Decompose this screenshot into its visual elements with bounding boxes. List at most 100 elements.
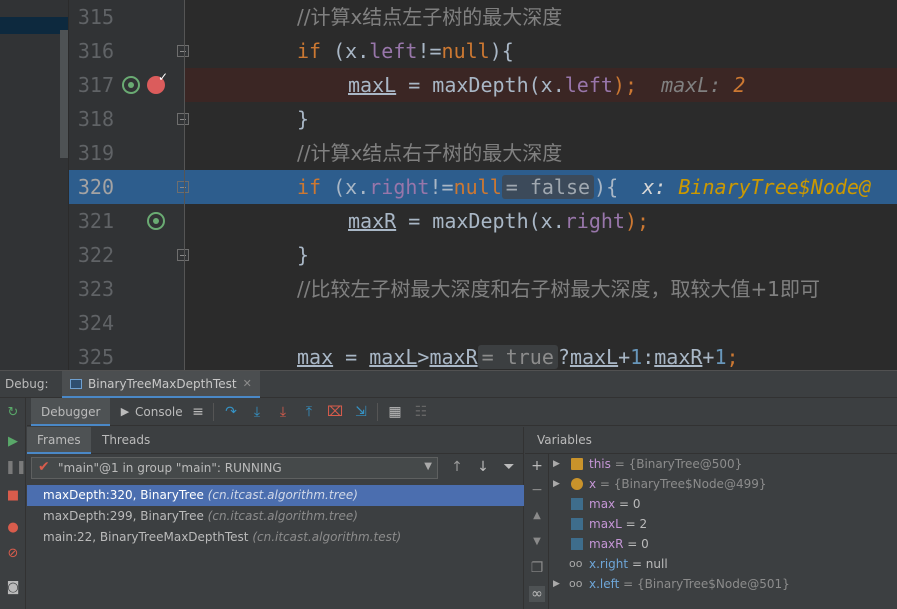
code-text: maxL = maxDepth(x.left); maxL: 2: [348, 73, 746, 97]
debug-session-tab[interactable]: BinaryTreeMaxDepthTest ✕: [62, 371, 260, 398]
pause-icon[interactable]: ❚❚: [5, 460, 27, 476]
line-number: 321: [77, 209, 114, 233]
view-breakpoints-icon[interactable]: ●: [5, 520, 21, 536]
frame-row[interactable]: maxDepth:320, BinaryTree (cn.itcast.algo…: [27, 485, 524, 506]
run-to-line-icon[interactable]: [122, 76, 140, 94]
trace-stream-icon[interactable]: ☷: [413, 404, 429, 420]
watch-icon: oo: [569, 557, 583, 570]
code-line-320[interactable]: 320 if (x.right!=null = false){ x: Binary…: [0, 170, 897, 204]
next-frame-icon[interactable]: ↓: [475, 458, 491, 476]
code-line-317[interactable]: 317 maxL = maxDepth(x.left); maxL: 2: [0, 68, 897, 102]
evaluate-expression-icon[interactable]: ▦: [387, 404, 403, 420]
frames-tabs: Frames Threads: [27, 427, 524, 454]
step-over-icon[interactable]: ↷: [223, 404, 239, 420]
code-line-324[interactable]: 324: [0, 306, 897, 340]
line-number: 317: [77, 73, 114, 97]
code-line-315[interactable]: 315 //计算x结点左子树的最大深度: [0, 0, 897, 34]
tab-frames[interactable]: Frames: [27, 427, 91, 454]
variables-panel: Variables + − ▲ ▼ ❐ ∞ ▶ this = {BinaryTr…: [525, 427, 897, 609]
new-watch-icon[interactable]: +: [529, 458, 545, 474]
breakpoint-icon[interactable]: [147, 70, 168, 94]
watch-icon: oo: [569, 577, 583, 590]
code-line-321[interactable]: 321 maxR = maxDepth(x.right);: [0, 204, 897, 238]
chevron-down-icon: ▼: [424, 461, 432, 472]
code-text: //比较左子树最大深度和右子树最大深度，取较大值+1即可: [297, 277, 820, 301]
code-line-323[interactable]: 323 //比较左子树最大深度和右子树最大深度，取较大值+1即可: [0, 272, 897, 306]
code-line-325[interactable]: 325 max = maxL>maxR = true ?maxL+1:maxR+1;: [0, 340, 897, 370]
fold-end-icon[interactable]: [177, 249, 189, 261]
debug-label: Debug:: [5, 377, 49, 391]
line-number: 316: [77, 39, 114, 63]
line-number: 320: [77, 175, 114, 199]
code-text: //计算x结点左子树的最大深度: [297, 5, 563, 29]
line-number: 323: [77, 277, 114, 301]
force-step-into-icon[interactable]: ⤓: [275, 404, 291, 420]
local-variable-icon: [571, 538, 583, 550]
tab-threads[interactable]: Threads: [92, 427, 160, 454]
variable-row[interactable]: max = 0: [551, 494, 897, 514]
code-text: }: [297, 107, 310, 131]
field-icon: [571, 458, 583, 470]
code-text: //计算x结点右子树的最大深度: [297, 141, 563, 165]
code-text: if (x.right!=null = false){ x: BinaryTree…: [297, 175, 872, 199]
move-up-icon[interactable]: ▲: [529, 508, 545, 524]
step-into-icon[interactable]: ⤓: [249, 404, 265, 420]
thread-selector[interactable]: ✔ "main"@1 in group "main": RUNNING ▼: [31, 457, 438, 479]
drop-frame-icon[interactable]: ⌧: [327, 404, 343, 420]
copy-icon[interactable]: ❐: [529, 560, 545, 576]
run-to-cursor-icon[interactable]: ⇲: [353, 404, 369, 420]
run-to-line-icon[interactable]: [147, 212, 165, 230]
rerun-icon[interactable]: ↻: [5, 405, 21, 421]
inline-object-hint: BinaryTree$Node@: [678, 175, 872, 199]
code-line-319[interactable]: 319 //计算x结点右子树的最大深度: [0, 136, 897, 170]
debug-title-bar: Debug: BinaryTreeMaxDepthTest ✕: [0, 370, 897, 398]
debug-side-toolbar: ↻ ▶ ❚❚ ■ ● ⊘ ◙: [0, 398, 27, 609]
variable-row[interactable]: ▶ this = {BinaryTree@500}: [551, 454, 897, 474]
code-line-316[interactable]: 316 if (x.left!=null){: [0, 34, 897, 68]
fold-icon[interactable]: [177, 181, 189, 193]
expand-icon[interactable]: ▶: [553, 474, 560, 494]
frame-row[interactable]: main:22, BinaryTreeMaxDepthTest (cn.itca…: [27, 527, 524, 548]
camera-icon[interactable]: ◙: [5, 580, 21, 596]
variable-row[interactable]: ▶ x = {BinaryTree$Node@499}: [551, 474, 897, 494]
remove-watch-icon[interactable]: −: [529, 482, 545, 498]
frames-panel: Frames Threads ✔ "main"@1 in group "main…: [27, 427, 524, 609]
gutter-divider: [184, 0, 185, 370]
previous-frame-icon[interactable]: ↑: [449, 458, 465, 476]
move-down-icon[interactable]: ▼: [529, 534, 545, 550]
watch-row[interactable]: oo x.right = null: [551, 554, 897, 574]
step-out-icon[interactable]: ⤒: [301, 404, 317, 420]
inline-value-number: 2: [733, 73, 746, 97]
variable-row[interactable]: maxR = 0: [551, 534, 897, 554]
watch-row[interactable]: ▶ oo x.left = {BinaryTree$Node@501}: [551, 574, 897, 594]
fold-end-icon[interactable]: [177, 113, 189, 125]
fold-icon[interactable]: [177, 45, 189, 57]
stop-icon[interactable]: ■: [5, 488, 21, 504]
show-execution-point-icon[interactable]: ≡: [190, 404, 206, 420]
close-icon[interactable]: ✕: [243, 377, 252, 390]
toolbar-separator: [213, 403, 214, 421]
mute-breakpoints-icon[interactable]: ⊘: [5, 546, 21, 562]
variables-header: Variables: [525, 427, 897, 454]
line-number: 322: [77, 243, 114, 267]
local-variable-icon: [571, 518, 583, 530]
code-text: max = maxL>maxR = true ?maxL+1:maxR+1;: [297, 345, 739, 369]
local-variable-icon: [571, 498, 583, 510]
tab-console[interactable]: Console: [129, 398, 189, 426]
thread-selected-value: "main"@1 in group "main": RUNNING: [58, 461, 282, 475]
inline-value-hint: = true: [477, 345, 558, 369]
filter-icon[interactable]: ⏷: [501, 458, 517, 476]
code-line-318[interactable]: 318 }: [0, 102, 897, 136]
line-number: 325: [77, 345, 114, 369]
resume-icon[interactable]: ▶: [5, 434, 21, 450]
frame-row[interactable]: maxDepth:299, BinaryTree (cn.itcast.algo…: [27, 506, 524, 527]
show-watches-icon[interactable]: ∞: [529, 586, 545, 602]
expand-icon[interactable]: ▶: [553, 454, 560, 474]
expand-icon[interactable]: ▶: [553, 574, 560, 594]
inline-value-hint: maxL:: [661, 73, 734, 97]
variable-row[interactable]: maxL = 2: [551, 514, 897, 534]
code-line-322[interactable]: 322 }: [0, 238, 897, 272]
debugger-toolbar: Debugger ▶ Console ≡ ↷ ⤓ ⤓ ⤒ ⌧ ⇲ ▦ ☷: [27, 398, 897, 426]
tab-debugger[interactable]: Debugger: [31, 398, 111, 426]
code-editor[interactable]: 315 //计算x结点左子树的最大深度 316 if (x.left!=null…: [0, 0, 897, 370]
